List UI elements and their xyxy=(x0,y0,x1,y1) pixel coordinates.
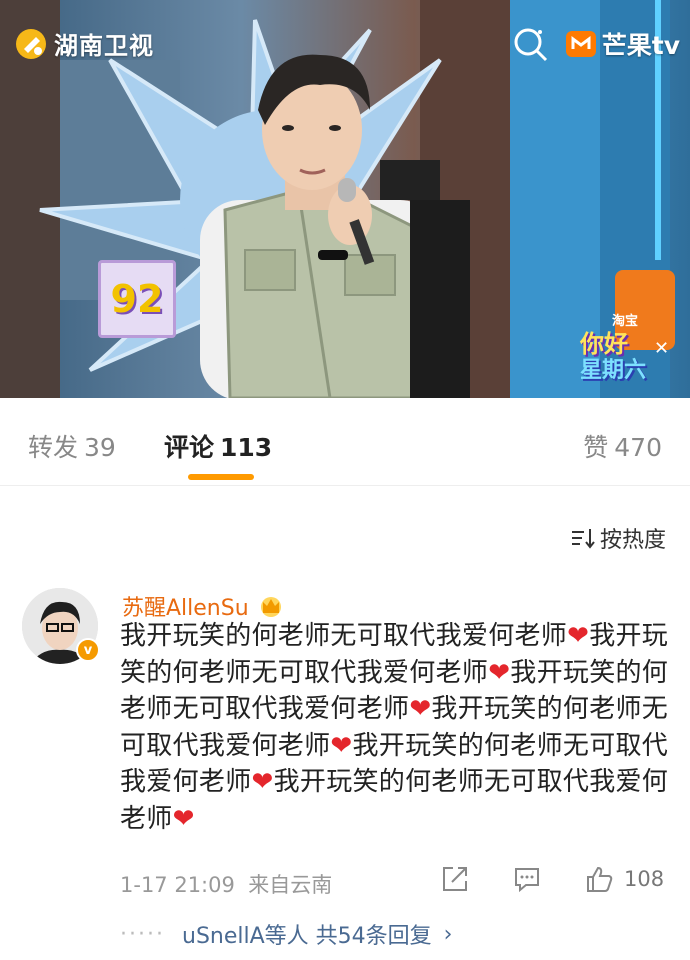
platform-name: 芒果tv xyxy=(601,31,680,60)
sort-button[interactable]: 按热度 xyxy=(570,522,666,554)
reply-button[interactable] xyxy=(512,864,542,898)
comment-body: 我开玩笑的何老师无可取代我爱何老师❤我开玩笑的何老师无可取代我爱何老师❤我开玩笑… xyxy=(120,618,680,837)
search-icon[interactable] xyxy=(510,24,550,64)
score-badge: 92 xyxy=(98,260,176,338)
like-count: 108 xyxy=(624,867,665,891)
tab-comments[interactable]: 评论 113 xyxy=(164,428,272,464)
comment-meta: 1-17 21:09 来自云南 xyxy=(120,869,332,899)
commenter-avatar[interactable]: v xyxy=(22,588,100,666)
tab-comments-label: 评论 xyxy=(164,433,215,462)
close-icon[interactable]: ✕ xyxy=(654,338,669,359)
channel-name: 湖南卫视 xyxy=(54,32,154,60)
hunan-tv-logo-icon xyxy=(16,28,46,59)
replies-link[interactable]: ····· uSnellA等人 共54条回复 › xyxy=(120,918,452,950)
heart-emoji-icon: ❤ xyxy=(330,730,353,761)
score-value: 92 xyxy=(110,277,164,321)
mango-logo-icon xyxy=(565,31,596,57)
comment-icon xyxy=(515,868,539,893)
share-icon xyxy=(443,867,467,891)
heart-emoji-icon: ❤ xyxy=(172,803,195,834)
channel-logo: 湖南卫视 xyxy=(14,26,154,61)
comment-time: 1-17 21:09 xyxy=(120,873,235,897)
tab-likes-label: 赞 xyxy=(583,433,609,462)
comment-location: 来自云南 xyxy=(248,873,333,897)
heart-emoji-icon: ❤ xyxy=(567,621,590,651)
tab-likes-count: 470 xyxy=(614,433,662,462)
replies-dots: ····· xyxy=(120,921,165,947)
mango-tv-logo: 芒果tv xyxy=(564,26,680,62)
tab-reposts-label: 转发 xyxy=(28,433,79,462)
verified-badge-icon: v xyxy=(76,638,100,662)
show-title-line2: 星期六 xyxy=(580,358,647,383)
replies-summary: uSnellA等人 共54条回复 xyxy=(182,924,432,949)
interaction-tabs: 转发 39 评论 113 赞 470 xyxy=(0,398,690,486)
heart-emoji-icon: ❤ xyxy=(488,657,511,688)
chevron-right-icon: › xyxy=(443,921,453,947)
tab-reposts[interactable]: 转发 39 xyxy=(28,428,116,464)
sort-icon xyxy=(571,529,595,549)
tab-likes[interactable]: 赞 470 xyxy=(583,428,662,464)
active-tab-indicator xyxy=(188,474,254,480)
show-logo: 淘宝 你好 星期六 ✕ xyxy=(580,310,670,390)
share-button[interactable] xyxy=(440,864,470,898)
heart-emoji-icon: ❤ xyxy=(409,694,432,724)
video-player[interactable]: 湖南卫视 芒果tv 92 淘宝 你好 星期六 ✕ xyxy=(0,0,690,398)
crown-icon xyxy=(260,597,281,617)
thumbs-up-icon xyxy=(587,866,613,892)
heart-emoji-icon: ❤ xyxy=(251,767,274,797)
tab-comments-count: 113 xyxy=(220,433,273,462)
comment-segment: 我开玩笑的何老师无可取代我爱何老师 xyxy=(120,621,568,651)
tab-reposts-count: 39 xyxy=(84,433,116,462)
sort-label: 按热度 xyxy=(599,528,666,553)
like-button[interactable]: 108 xyxy=(584,864,664,894)
